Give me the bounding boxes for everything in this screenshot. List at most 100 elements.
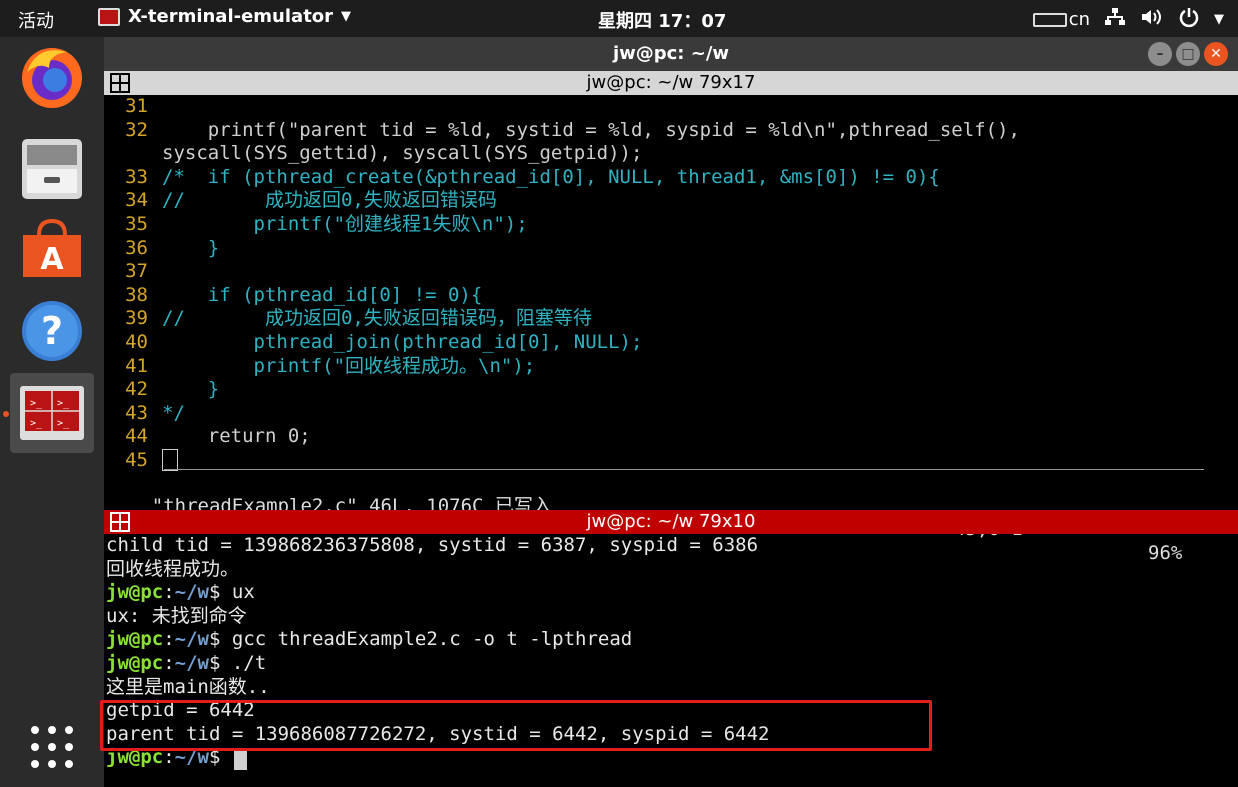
code-text: // 成功返回0,失败返回错误码 xyxy=(162,189,497,212)
svg-text:?: ? xyxy=(41,309,63,353)
prompt-user: jw@pc xyxy=(106,628,164,651)
line-number: 39 xyxy=(125,307,148,330)
code-text: // 成功返回0,失败返回错误码，阻塞等待 xyxy=(162,307,592,330)
window-titlebar[interactable]: jw@pc: ~/w – □ ✕ xyxy=(104,37,1238,71)
app-menu[interactable]: X-terminal-emulator ▼ xyxy=(98,6,351,27)
code-text: printf("回收线程成功。\n"); xyxy=(162,354,536,377)
dock-software[interactable]: A xyxy=(10,209,94,289)
firefox-icon xyxy=(22,48,82,108)
prompt-path: ~/w xyxy=(174,628,209,651)
running-indicator xyxy=(3,411,9,417)
dock: A ? >_ >_ >_ >_ xyxy=(0,37,104,787)
line-number: 32 xyxy=(125,118,148,141)
svg-text:>_: >_ xyxy=(30,418,43,429)
power-icon[interactable] xyxy=(1178,6,1200,33)
command-text: ux xyxy=(220,581,255,604)
chevron-down-icon: ▼ xyxy=(341,9,352,24)
output-line: child tid = 139868236375808, systid = 63… xyxy=(106,534,759,556)
app-name: X-terminal-emulator xyxy=(128,6,334,27)
terminal-cursor xyxy=(233,748,247,770)
terminal-icon: >_ >_ >_ >_ xyxy=(20,386,84,440)
code-text: */ xyxy=(162,401,185,424)
terminal-window: jw@pc: ~/w – □ ✕ jw@pc: ~/w 79x17 31 32 p… xyxy=(104,37,1238,787)
code-text: printf("创建线程1失败\n"); xyxy=(162,212,528,235)
code-text: } xyxy=(162,236,220,259)
prompt-user: jw@pc xyxy=(106,581,164,604)
editor-cursor xyxy=(162,448,178,471)
maximize-button[interactable]: □ xyxy=(1176,42,1200,66)
svg-text:>_: >_ xyxy=(30,398,43,409)
code-line: 40 pthread_join(pthread_id[0], NULL); xyxy=(106,331,1230,355)
scrollbar[interactable] xyxy=(1230,95,1238,510)
terminal-icon xyxy=(98,7,120,26)
show-applications-icon xyxy=(31,726,73,768)
dock-firefox[interactable] xyxy=(10,37,94,117)
prompt-path: ~/w xyxy=(174,581,209,604)
line-number: 33 xyxy=(125,165,148,188)
software-center-icon: A xyxy=(23,218,81,277)
dock-help[interactable]: ? xyxy=(10,291,94,371)
dock-show-applications[interactable] xyxy=(10,707,94,787)
pane-title-bottom: jw@pc: ~/w 79x10 xyxy=(586,511,756,532)
output-line: 这里是main函数.. xyxy=(106,675,270,698)
chevron-down-icon[interactable]: ▼ xyxy=(1214,12,1224,27)
line-number: 45 xyxy=(125,448,148,471)
pane-title-top: jw@pc: ~/w 79x17 xyxy=(586,72,756,93)
prompt-user: jw@pc xyxy=(106,651,164,674)
window-controls: – □ ✕ xyxy=(1148,42,1228,66)
network-icon[interactable] xyxy=(1104,7,1126,32)
code-text: pthread_join(pthread_id[0], NULL); xyxy=(162,330,643,353)
line-number: 42 xyxy=(125,378,148,401)
code-line: 35 printf("创建线程1失败\n"); xyxy=(106,213,1230,237)
code-line: 38 if (pthread_id[0] != 0){ xyxy=(106,284,1230,308)
line-number xyxy=(106,142,162,166)
line-number: 34 xyxy=(125,189,148,212)
clock[interactable]: 星期四 17：07 xyxy=(598,7,726,33)
line-number: 44 xyxy=(125,425,148,448)
files-icon xyxy=(22,139,82,199)
input-method-label: cn xyxy=(1068,9,1090,30)
close-button[interactable]: ✕ xyxy=(1204,42,1228,66)
svg-text:>_: >_ xyxy=(57,418,70,429)
command-text: ./t xyxy=(220,651,267,674)
code-text: syscall(SYS_gettid), syscall(SYS_getpid)… xyxy=(162,142,643,165)
window-title: jw@pc: ~/w xyxy=(612,43,730,64)
line-number: 38 xyxy=(125,283,148,306)
vim-editor[interactable]: 31 32 printf("parent tid = %ld, systid = … xyxy=(104,95,1230,510)
activities-button[interactable]: 活动 xyxy=(18,7,54,33)
code-text: printf("parent tid = %ld, systid = %ld, … xyxy=(162,118,1020,141)
output-line: ux: 未找到命令 xyxy=(106,604,247,627)
output-line: 回收线程成功。 xyxy=(106,557,240,580)
line-number: 37 xyxy=(125,260,148,283)
code-text: /* if (pthread_create(&pthread_id[0], NU… xyxy=(162,165,940,188)
code-line: 41 printf("回收线程成功。\n"); xyxy=(106,355,1230,379)
line-number: 36 xyxy=(125,236,148,259)
pane-header-top[interactable]: jw@pc: ~/w 79x17 xyxy=(104,71,1238,95)
pane-header-bottom[interactable]: jw@pc: ~/w 79x10 xyxy=(104,510,1238,534)
command-text: gcc threadExample2.c -o t -lpthread xyxy=(220,628,633,651)
svg-text:A: A xyxy=(40,242,64,277)
line-number: 40 xyxy=(125,330,148,353)
divider xyxy=(164,469,1204,470)
code-line: 42 } xyxy=(106,378,1230,402)
keyboard-icon xyxy=(1032,12,1067,27)
keyboard-indicator[interactable]: cn xyxy=(1032,9,1090,30)
code-line: 32 printf("parent tid = %ld, systid = %l… xyxy=(106,119,1230,143)
line-number: 35 xyxy=(125,212,148,235)
code-line: 34 // 成功返回0,失败返回错误码 xyxy=(106,189,1230,213)
code-line: 39 // 成功返回0,失败返回错误码，阻塞等待 xyxy=(106,307,1230,331)
code-line: 31 xyxy=(106,95,1230,119)
prompt-line: jw@pc:~/w$ ./t xyxy=(106,651,267,674)
volume-icon[interactable] xyxy=(1140,7,1164,32)
code-line: 44 return 0; xyxy=(106,425,1230,449)
svg-text:>_: >_ xyxy=(57,398,70,409)
prompt-line: jw@pc:~/w$ gcc threadExample2.c -o t -lp… xyxy=(106,628,633,651)
dock-terminal[interactable]: >_ >_ >_ >_ xyxy=(10,373,94,453)
highlight-box xyxy=(100,700,932,751)
dock-files[interactable] xyxy=(10,129,94,209)
minimize-button[interactable]: – xyxy=(1148,42,1172,66)
line-number: 43 xyxy=(125,401,148,424)
prompt-line: jw@pc:~/w$ ux xyxy=(106,581,255,604)
code-line: 36 } xyxy=(106,237,1230,261)
split-pane-icon xyxy=(110,73,130,93)
